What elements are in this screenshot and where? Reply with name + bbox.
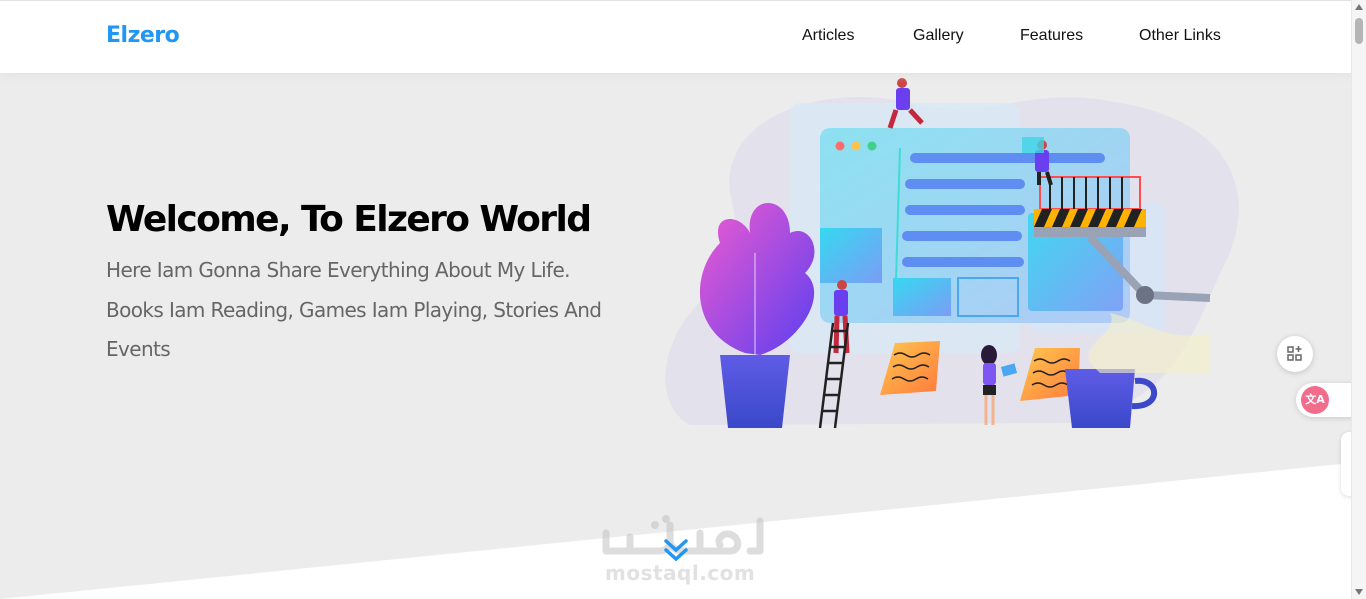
scroll-thumb[interactable] (1355, 18, 1363, 44)
scroll-down-icon[interactable] (1355, 589, 1363, 595)
hero-illustration (665, 78, 1239, 429)
landing-title: Welcome, To Elzero World (106, 199, 592, 240)
nav-link-other-links[interactable]: Other Links (1139, 27, 1221, 45)
grid-widget-button[interactable] (1277, 336, 1313, 372)
watermark-text: mostaql.com (605, 561, 756, 585)
site-header: Elzero Articles Gallery Features Other L… (0, 0, 1351, 73)
nav-link-gallery[interactable]: Gallery (913, 27, 964, 45)
translate-icon: 文A (1301, 386, 1329, 414)
grid-plus-icon (1287, 346, 1302, 361)
landing-description: Here Iam Gonna Share Everything About My… (106, 258, 602, 361)
scroll-up-icon[interactable] (1355, 4, 1363, 10)
main-nav: Articles Gallery Features Other Links (0, 27, 1351, 51)
vertical-scrollbar[interactable] (1351, 0, 1366, 599)
nav-link-features[interactable]: Features (1020, 27, 1083, 45)
double-chevron-down-icon[interactable] (662, 536, 690, 564)
landing-section: Welcome, To Elzero World Here Iam Gonna … (0, 73, 1351, 599)
nav-link-articles[interactable]: Articles (802, 27, 854, 45)
